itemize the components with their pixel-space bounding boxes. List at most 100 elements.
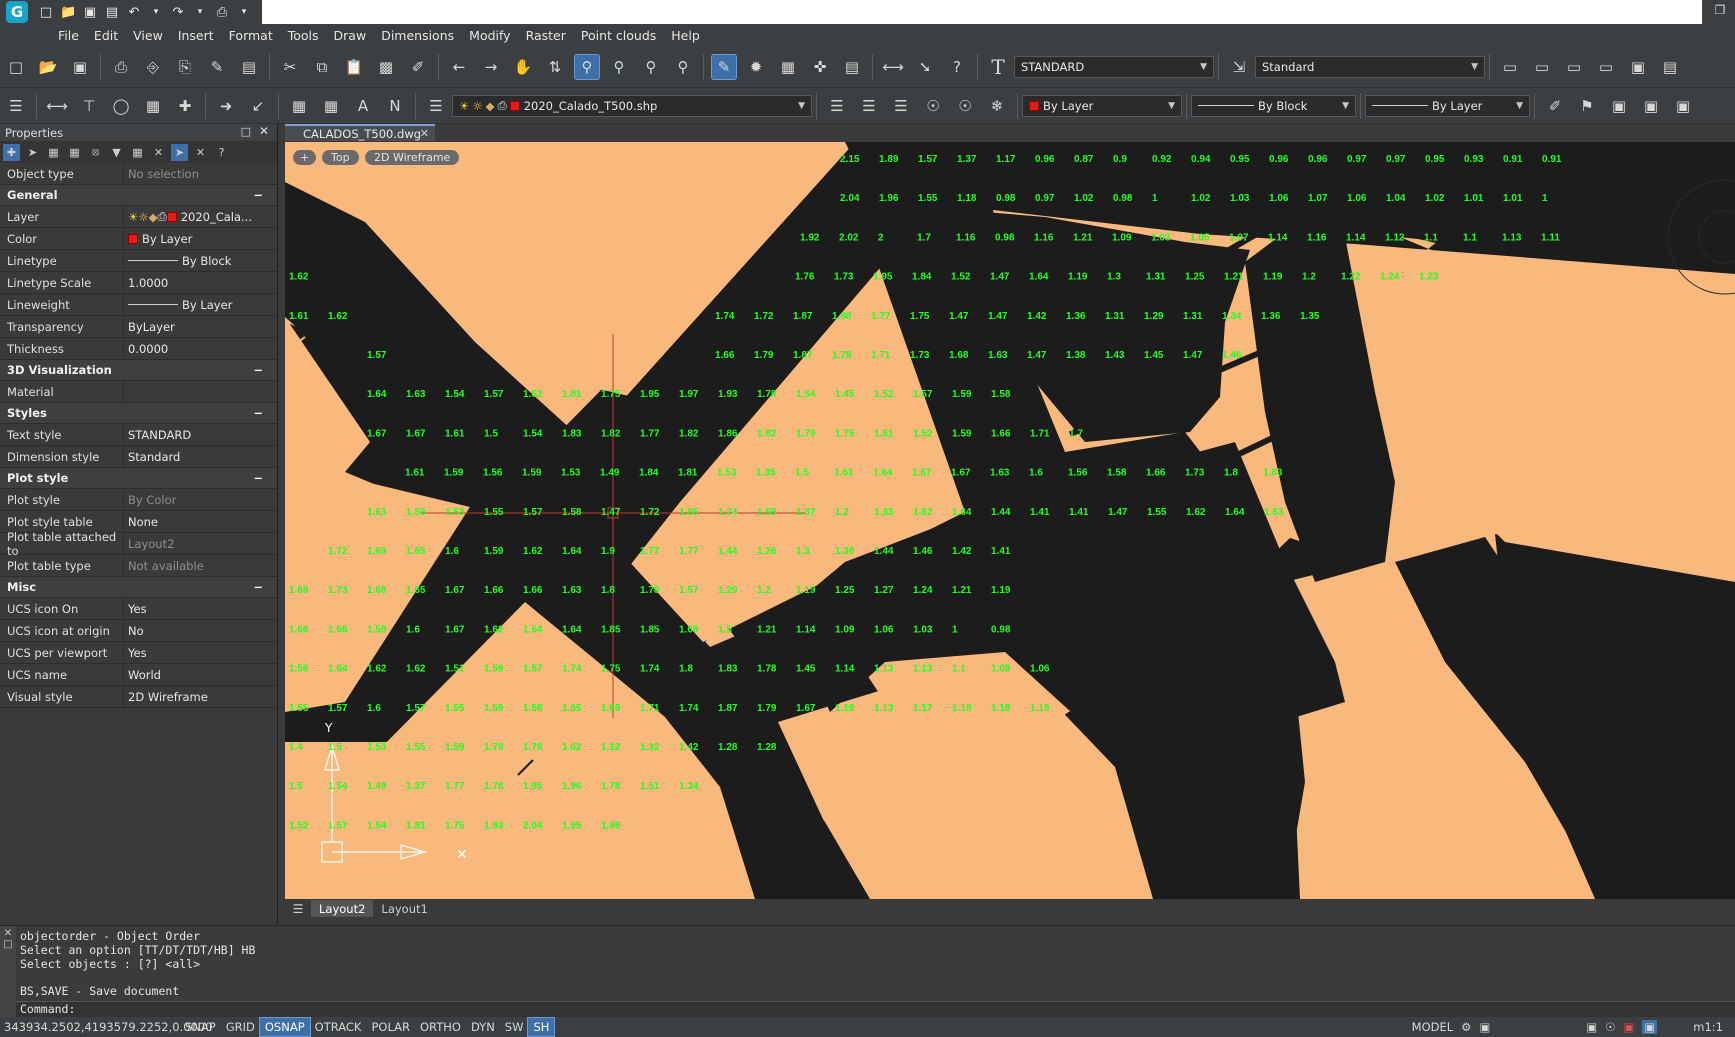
prop-value[interactable]: Layout2: [124, 533, 277, 554]
menu-view[interactable]: View: [133, 28, 163, 43]
dimension-linear-icon[interactable]: ⟷: [45, 94, 69, 118]
viewport-visual-style-button[interactable]: 2D Wireframe: [365, 150, 460, 165]
match-properties-icon[interactable]: ✐: [406, 55, 430, 79]
menu-point-clouds[interactable]: Point clouds: [581, 28, 656, 43]
prop-value[interactable]: ByLayer: [124, 316, 277, 337]
print-icon[interactable]: ⎙: [109, 55, 133, 79]
leader-icon[interactable]: ↙: [246, 94, 270, 118]
block-insert-icon[interactable]: ▣: [1607, 94, 1631, 118]
command-input[interactable]: Command:: [16, 1001, 1735, 1017]
app-logo[interactable]: G: [0, 0, 34, 24]
image-clip-icon[interactable]: ▤: [1658, 55, 1682, 79]
collapse-icon[interactable]: −: [253, 188, 263, 202]
layer-manager-icon[interactable]: ☰: [4, 94, 28, 118]
prop-value[interactable]: STANDARD: [124, 424, 277, 445]
redo-dropdown-icon[interactable]: ▾: [192, 7, 208, 17]
prop-value[interactable]: None: [124, 511, 277, 532]
export-table-icon[interactable]: ▦: [319, 94, 343, 118]
zoom-previous-icon[interactable]: ⚲: [639, 55, 663, 79]
annotation-icon[interactable]: ⚙: [1461, 1020, 1471, 1034]
text-style-icon[interactable]: T: [986, 55, 1010, 79]
help-icon[interactable]: ?: [945, 55, 969, 79]
undo-dropdown-icon[interactable]: ▾: [148, 7, 164, 17]
layer-previous-icon[interactable]: ☰: [857, 94, 881, 118]
toggle-snap[interactable]: SNAP: [180, 1018, 221, 1036]
menu-tools[interactable]: Tools: [288, 28, 319, 43]
window-restore-icon[interactable]: ❐: [1709, 3, 1731, 21]
menu-dimensions[interactable]: Dimensions: [381, 28, 454, 43]
viewport-2-icon[interactable]: ▭: [1530, 55, 1554, 79]
zoom-realtime-icon[interactable]: ⇅: [543, 55, 567, 79]
color-select[interactable]: By Layer ▼: [1022, 94, 1182, 117]
save-icon[interactable]: ▣: [82, 5, 98, 20]
prop-value[interactable]: No selection: [124, 163, 277, 184]
dimension-style-select[interactable]: Standard ▼: [1255, 56, 1485, 78]
toggle-pickadd-icon[interactable]: ⦻: [87, 144, 104, 161]
collapse-icon[interactable]: −: [253, 363, 263, 377]
attribute-icon[interactable]: A: [351, 94, 375, 118]
sheet-set-icon[interactable]: ✜: [808, 55, 832, 79]
menu-draw[interactable]: Draw: [334, 28, 367, 43]
copy-icon[interactable]: ⧉: [310, 55, 334, 79]
field-icon[interactable]: N: [383, 94, 407, 118]
layout-tab-layout2[interactable]: Layout2: [311, 900, 374, 917]
pickfirst-icon[interactable]: ➤: [171, 143, 188, 161]
prop-value[interactable]: 2D Wireframe: [124, 686, 277, 707]
properties-icon[interactable]: ✎: [711, 54, 737, 80]
prop-group-general[interactable]: General −: [0, 185, 277, 206]
new-file-icon[interactable]: □: [38, 5, 54, 20]
filter-icon[interactable]: ▼: [108, 144, 125, 161]
prop-value[interactable]: 0.0000: [124, 338, 277, 359]
light-bulb-icon[interactable]: ☉: [1605, 1020, 1615, 1034]
pickstyle-icon[interactable]: ✕: [192, 144, 209, 161]
toggle-sh[interactable]: SH: [527, 1017, 556, 1037]
block-delete-icon[interactable]: ▣: [1671, 94, 1695, 118]
page-setup-icon[interactable]: ✎: [205, 55, 229, 79]
block-edit-icon[interactable]: ▣: [1639, 94, 1663, 118]
viewport-plus-button[interactable]: +: [293, 150, 317, 165]
prop-value[interactable]: ☀ ☼ ◆ ⎙ 2020_Cala...: [124, 206, 277, 227]
toggle-dyn[interactable]: DYN: [466, 1018, 500, 1036]
deselect-icon[interactable]: ▦: [129, 144, 146, 161]
select-similar-icon[interactable]: ▦: [66, 144, 83, 161]
prop-group-misc[interactable]: Misc −: [0, 577, 277, 598]
customize-icon[interactable]: ▾: [236, 7, 252, 17]
layout-menu-icon[interactable]: ☰: [285, 902, 311, 916]
quick-select-icon[interactable]: ▦: [45, 144, 62, 161]
pointer-icon[interactable]: ➤: [24, 144, 41, 161]
toggle-ortho[interactable]: ORTHO: [415, 1018, 466, 1036]
close-tab-icon[interactable]: ✕: [420, 127, 429, 140]
annotation-scale[interactable]: m1:1: [1693, 1020, 1723, 1034]
cut-icon[interactable]: ✂: [278, 55, 302, 79]
zoom-extents-icon[interactable]: ⚲: [607, 55, 631, 79]
prop-value[interactable]: Not available: [124, 555, 277, 576]
toggle-polar[interactable]: POLAR: [366, 1018, 415, 1036]
collapse-icon[interactable]: −: [253, 406, 263, 420]
help-icon[interactable]: ?: [213, 144, 230, 161]
ruler-icon[interactable]: ➘: [913, 55, 937, 79]
publish-icon[interactable]: ⎘: [173, 55, 197, 79]
prop-value[interactable]: [124, 381, 277, 402]
menu-modify[interactable]: Modify: [469, 28, 510, 43]
toggle-otrack[interactable]: OTRACK: [310, 1018, 367, 1036]
redo-icon[interactable]: ↷: [170, 5, 186, 20]
pin-icon[interactable]: □: [0, 939, 16, 950]
prop-value[interactable]: World: [124, 664, 277, 685]
model-space-label[interactable]: MODEL: [1412, 1020, 1454, 1034]
clean-screen-icon[interactable]: ▣: [1642, 1020, 1658, 1034]
viewport-4-icon[interactable]: ▭: [1594, 55, 1618, 79]
quick-select-icon[interactable]: ✐: [1543, 94, 1567, 118]
layout-icon[interactable]: ▣: [1479, 1020, 1490, 1034]
snap-tracking-icon[interactable]: ✚: [173, 94, 197, 118]
prop-value[interactable]: Standard: [124, 446, 277, 467]
save-all-icon[interactable]: ▤: [104, 5, 120, 20]
menu-file[interactable]: File: [58, 28, 79, 43]
menu-insert[interactable]: Insert: [178, 28, 214, 43]
toggle-osnap[interactable]: OSNAP: [258, 1017, 311, 1037]
toggle-grid[interactable]: GRID: [221, 1018, 260, 1036]
plot-preview-icon[interactable]: ⎆: [141, 55, 165, 79]
layer-isolate-icon[interactable]: ☉: [921, 94, 945, 118]
prop-value[interactable]: Yes: [124, 642, 277, 663]
isolate-icon[interactable]: ▣: [1624, 1020, 1635, 1034]
viewport-icon[interactable]: ▭: [1498, 55, 1522, 79]
